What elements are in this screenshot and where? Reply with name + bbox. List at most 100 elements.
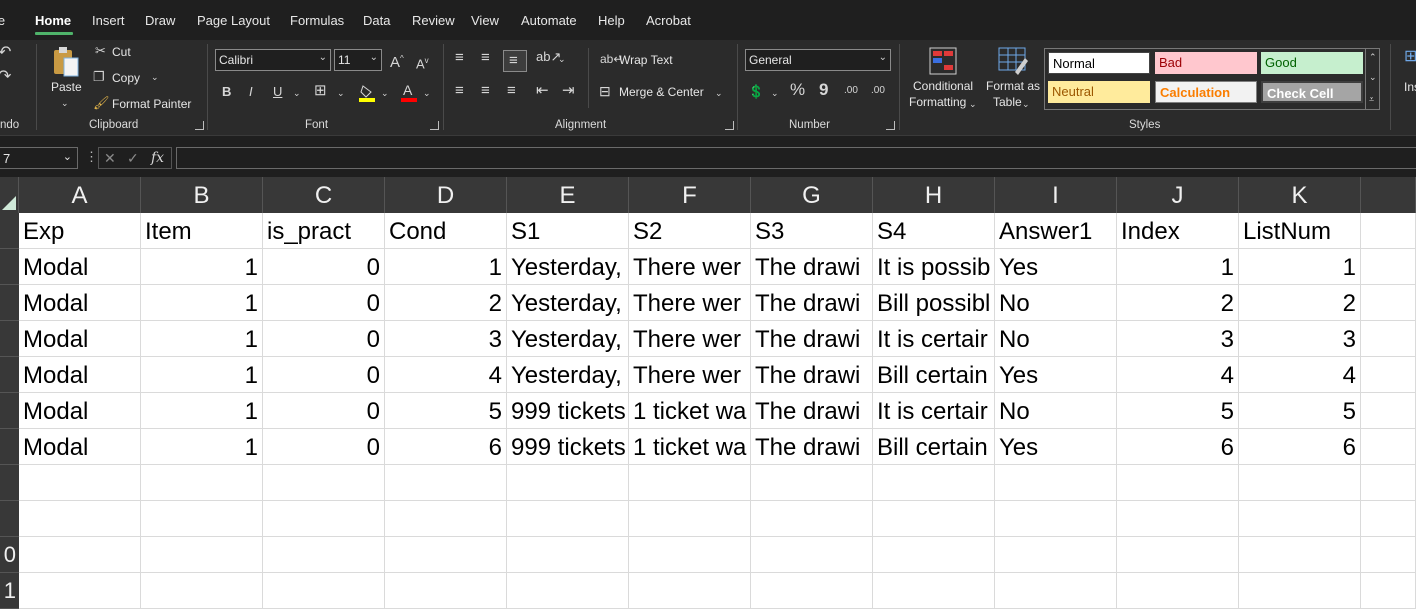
percent-icon[interactable]: % (790, 81, 805, 98)
more-icon[interactable]: ⩡ (1369, 92, 1374, 106)
conditional-formatting-icon[interactable] (928, 46, 958, 76)
fill-color-icon[interactable] (359, 84, 375, 102)
tab-help[interactable]: Help (598, 13, 625, 28)
cut-icon[interactable]: ✂ (95, 44, 106, 58)
merge-center-icon[interactable]: ⊟ (599, 84, 611, 98)
cell[interactable]: The drawi (751, 429, 873, 465)
cut-button[interactable]: Cut (112, 45, 131, 59)
tab-review[interactable]: Review (412, 13, 455, 28)
chevron-down-icon[interactable]: ⌄ (771, 86, 779, 100)
align-right-icon[interactable]: ≡ (507, 83, 516, 98)
comma-style-icon[interactable]: 9 (819, 81, 828, 98)
cell[interactable] (141, 537, 263, 573)
decrease-decimal-icon[interactable]: .00 (871, 84, 885, 98)
column-header-a[interactable]: A (19, 177, 141, 213)
cell[interactable] (751, 501, 873, 537)
cell[interactable] (1361, 465, 1416, 501)
number-format-dropdown[interactable]: General ⌄ (745, 49, 891, 71)
conditional-formatting-button[interactable]: Conditional (913, 79, 973, 93)
cell[interactable] (873, 573, 995, 609)
cell[interactable] (995, 465, 1117, 501)
wrap-text-button[interactable]: Wrap Text (619, 53, 673, 67)
cell[interactable]: 5 (1239, 393, 1361, 429)
align-top-icon[interactable]: ≡ (455, 50, 464, 65)
cell[interactable] (995, 573, 1117, 609)
cell[interactable] (19, 501, 141, 537)
cell[interactable]: 1 (141, 249, 263, 285)
cell[interactable]: The drawi (751, 249, 873, 285)
cell[interactable] (1117, 573, 1239, 609)
tab-page-layout[interactable]: Page Layout (197, 13, 270, 28)
cell[interactable]: Yes (995, 357, 1117, 393)
cell[interactable] (19, 537, 141, 573)
row-header[interactable] (0, 249, 19, 285)
increase-font-icon[interactable]: A^ (390, 52, 404, 70)
cell[interactable]: There wer (629, 249, 751, 285)
font-name-dropdown[interactable]: Calibri ⌄ (215, 49, 331, 71)
tab-home[interactable]: Home (35, 13, 71, 28)
cell[interactable] (1361, 573, 1416, 609)
tab-le[interactable]: le (0, 13, 5, 28)
cell[interactable]: Modal (19, 357, 141, 393)
column-header-i[interactable]: I (995, 177, 1117, 213)
cell[interactable] (385, 537, 507, 573)
cell[interactable]: 0 (263, 249, 385, 285)
row-header[interactable] (0, 429, 19, 465)
cell[interactable] (1239, 465, 1361, 501)
cell[interactable] (873, 465, 995, 501)
cell[interactable]: The drawi (751, 357, 873, 393)
cell[interactable]: Yesterday, (507, 357, 629, 393)
cell[interactable] (1361, 429, 1416, 465)
cell[interactable] (507, 573, 629, 609)
cell[interactable] (1361, 393, 1416, 429)
cell[interactable] (629, 573, 751, 609)
cell[interactable] (751, 573, 873, 609)
cell[interactable]: 6 (385, 429, 507, 465)
cell[interactable]: The drawi (751, 321, 873, 357)
increase-decimal-icon[interactable]: .00 (844, 84, 858, 98)
increase-indent-icon[interactable]: ⇥ (562, 83, 575, 98)
enter-icon[interactable]: ✓ (127, 151, 139, 165)
cell[interactable]: 0 (263, 393, 385, 429)
cell[interactable]: Cond (385, 213, 507, 249)
paste-icon[interactable] (51, 46, 81, 78)
cell[interactable] (1361, 249, 1416, 285)
underline-icon[interactable]: U (273, 85, 282, 99)
row-header[interactable] (0, 213, 19, 249)
cell[interactable]: 4 (1117, 357, 1239, 393)
undo-icon[interactable]: ↶ (0, 45, 11, 61)
cell[interactable]: 1 ticket wa (629, 429, 751, 465)
tab-draw[interactable]: Draw (145, 13, 175, 28)
cell[interactable]: Index (1117, 213, 1239, 249)
cell[interactable]: Bill certain (873, 429, 995, 465)
style-check-cell[interactable]: Check Cell (1261, 81, 1363, 103)
row-header[interactable] (0, 285, 19, 321)
more-options-icon[interactable]: ⋮ (85, 150, 98, 164)
cell[interactable]: No (995, 321, 1117, 357)
column-header-g[interactable]: G (751, 177, 873, 213)
cell[interactable]: 3 (1117, 321, 1239, 357)
cell[interactable]: 0 (263, 285, 385, 321)
column-header-h[interactable]: H (873, 177, 995, 213)
tab-view[interactable]: View (471, 13, 499, 28)
cell[interactable] (995, 537, 1117, 573)
cell[interactable]: 4 (385, 357, 507, 393)
cell[interactable] (141, 573, 263, 609)
cell[interactable] (385, 465, 507, 501)
cell[interactable] (263, 465, 385, 501)
style-neutral[interactable]: Neutral (1048, 81, 1150, 103)
tab-data[interactable]: Data (363, 13, 390, 28)
cell[interactable] (385, 573, 507, 609)
row-header[interactable]: 1 (0, 573, 19, 609)
cell[interactable] (385, 501, 507, 537)
insert-function-icon[interactable]: fx (151, 151, 164, 165)
accounting-format-icon[interactable]: 💲 (748, 85, 764, 99)
cell[interactable]: Modal (19, 285, 141, 321)
row-header[interactable] (0, 465, 19, 501)
cell[interactable] (629, 501, 751, 537)
chevron-down-icon[interactable]: ⌄ (423, 86, 431, 100)
cell[interactable]: 1 (1239, 249, 1361, 285)
copy-icon[interactable]: ❐ (93, 70, 105, 84)
formula-input[interactable] (176, 147, 1416, 169)
cell[interactable]: No (995, 393, 1117, 429)
